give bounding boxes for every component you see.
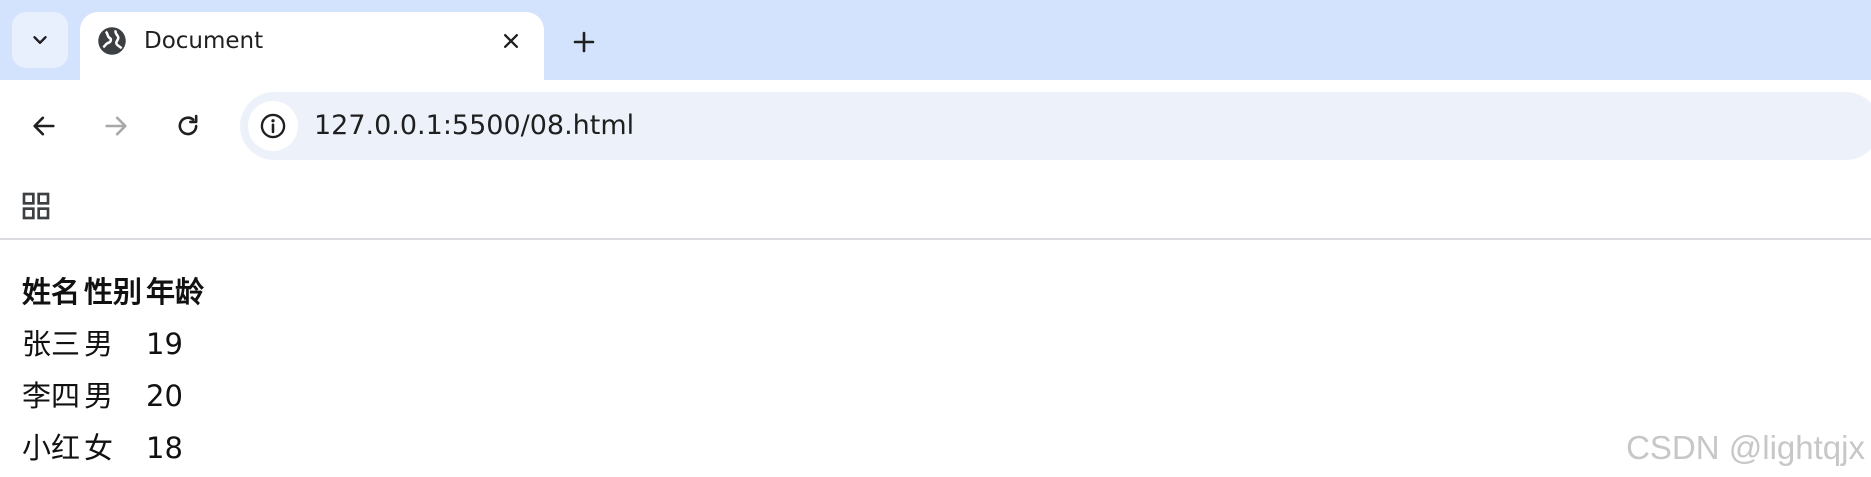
new-tab-button[interactable] <box>562 20 606 64</box>
cell-age: 18 <box>146 431 183 465</box>
globe-icon <box>98 27 126 55</box>
url-text[interactable]: 127.0.0.1:5500/08.html <box>314 92 634 160</box>
close-icon <box>504 34 518 48</box>
cell-age: 20 <box>146 379 183 413</box>
arrow-right-icon <box>105 116 127 136</box>
site-info-button[interactable] <box>248 101 298 151</box>
people-table: 姓名 性别 年龄 张三 男 19 李四 男 20 小红 女 18 <box>18 264 208 476</box>
table-row: 张三 男 19 <box>22 320 204 368</box>
page-content: 姓名 性别 年龄 张三 男 19 李四 男 20 小红 女 18 CSDN @l… <box>0 240 1871 477</box>
close-tab-button[interactable] <box>496 26 526 56</box>
tab-title: Document <box>144 28 264 54</box>
cell-age: 19 <box>146 327 183 361</box>
cell-gender: 男 <box>84 379 114 413</box>
plus-icon <box>573 31 595 53</box>
active-tab[interactable]: Document <box>80 12 544 84</box>
address-bar[interactable]: 127.0.0.1:5500/08.html <box>240 92 1871 160</box>
cell-name: 小红 <box>22 431 81 465</box>
chevron-down-icon <box>33 36 47 44</box>
bookmarks-bar <box>0 172 1871 240</box>
column-header-gender: 性别 <box>84 275 143 309</box>
reload-icon <box>178 114 198 136</box>
table-row: 小红 女 18 <box>22 424 204 472</box>
forward-button[interactable] <box>94 104 138 148</box>
info-icon <box>260 113 286 139</box>
cell-gender: 男 <box>84 327 114 361</box>
reload-button[interactable] <box>166 104 210 148</box>
column-header-age: 年龄 <box>146 275 205 309</box>
watermark: CSDN @lightqjx <box>1626 429 1865 466</box>
tab-strip: Document <box>0 0 1871 84</box>
browser-toolbar: 127.0.0.1:5500/08.html <box>0 80 1871 172</box>
table-row: 李四 男 20 <box>22 372 204 420</box>
column-header-name: 姓名 <box>22 275 81 309</box>
apps-grid-icon <box>22 192 50 220</box>
apps-button[interactable] <box>20 186 52 226</box>
tab-search-button[interactable] <box>12 12 68 68</box>
arrow-left-icon <box>33 116 55 136</box>
table-header-row: 姓名 性别 年龄 <box>22 268 204 316</box>
back-button[interactable] <box>22 104 66 148</box>
cell-name: 张三 <box>22 327 81 361</box>
cell-gender: 女 <box>84 431 114 465</box>
cell-name: 李四 <box>22 379 81 413</box>
